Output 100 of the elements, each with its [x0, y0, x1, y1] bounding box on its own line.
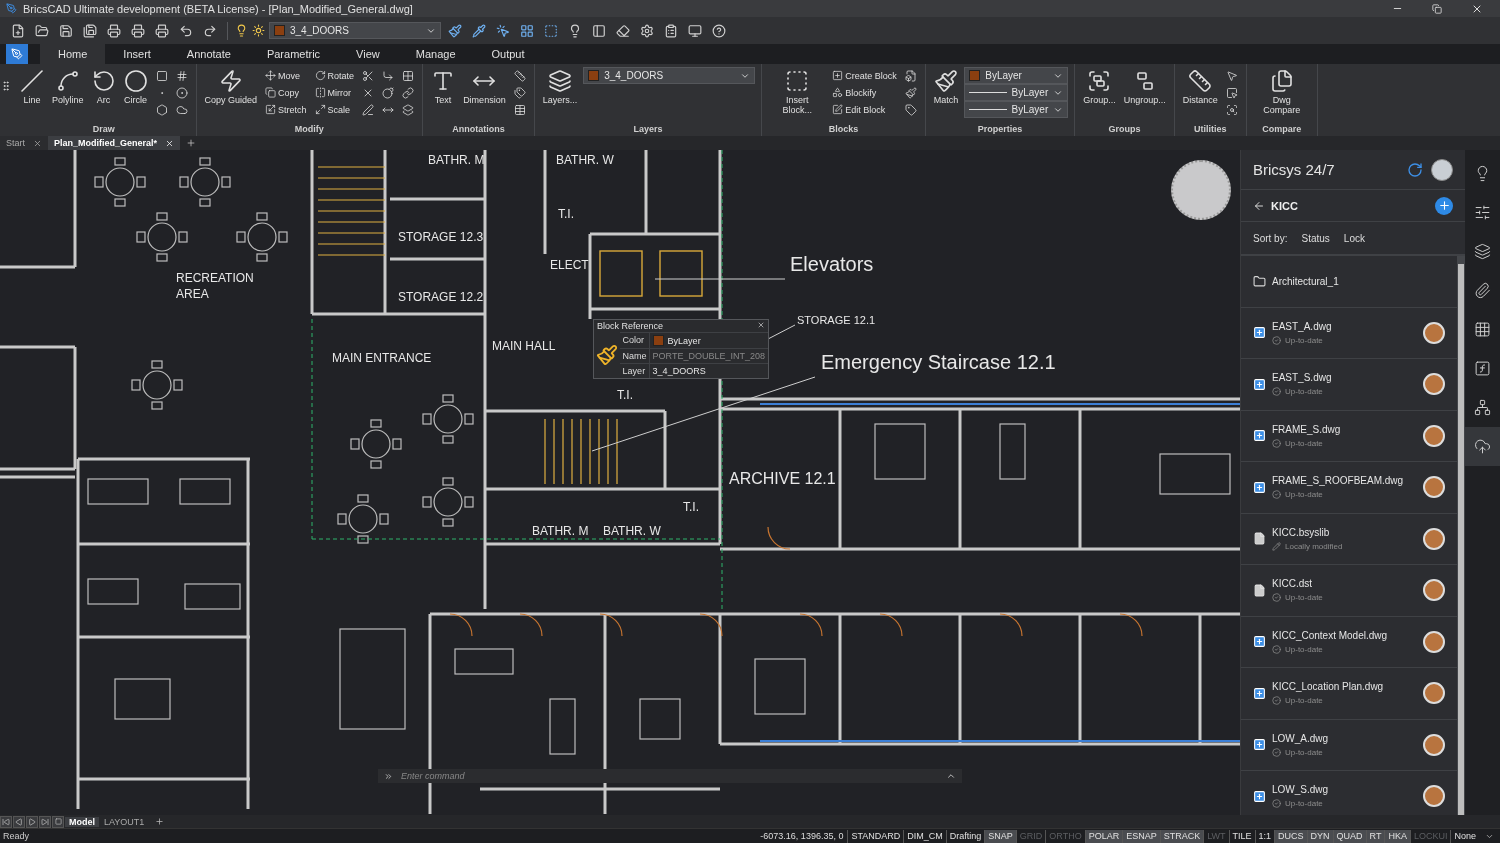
ribbon-button[interactable]: Ungroup... [1121, 67, 1168, 107]
status-toggle[interactable]: DIM_CM [903, 829, 946, 843]
ribbon-button[interactable]: Match [931, 67, 961, 107]
property-dropdown[interactable]: ByLayer [964, 84, 1069, 101]
document-tab[interactable]: Start [0, 136, 48, 150]
ribbon-button[interactable]: Blockify [830, 84, 899, 101]
ribbon-button[interactable]: Scale [312, 101, 357, 118]
previous-button[interactable] [13, 815, 25, 828]
ribbon-tab[interactable]: View [338, 44, 398, 64]
link-button[interactable] [400, 84, 417, 101]
grid-icon [1474, 321, 1491, 338]
list-icon [664, 23, 678, 38]
pen-button[interactable] [360, 101, 377, 118]
status-toggle[interactable]: DUCS [1274, 829, 1307, 843]
ribbon-button[interactable]: Create Block [830, 67, 899, 84]
file-row[interactable]: FRAME_S.dwg Up-to-date [1241, 410, 1457, 462]
file-row[interactable]: KICC_Context Model.dwg Up-to-date [1241, 616, 1457, 668]
layout-list-button[interactable] [52, 815, 64, 828]
layout-tab[interactable]: LAYOUT1 [100, 816, 149, 827]
command-field[interactable]: Enter command [378, 769, 962, 783]
status-toggle[interactable]: STRACK [1159, 829, 1204, 843]
status-toggle[interactable]: HKA [1384, 829, 1410, 843]
next-button[interactable] [26, 815, 38, 828]
ribbon-tab[interactable]: Annotate [168, 44, 249, 64]
ribbon-button[interactable]: Line [18, 67, 46, 107]
bomb-button[interactable] [380, 84, 397, 101]
refresh-icon[interactable] [1407, 161, 1423, 178]
close-icon[interactable] [757, 321, 765, 329]
compare-icon [1269, 69, 1294, 93]
command-input[interactable]: Enter command [399, 770, 940, 782]
ribbon-tab[interactable]: Manage [397, 44, 474, 64]
status-toggle[interactable]: RT [1365, 829, 1385, 843]
app-logo-icon [6, 3, 17, 14]
check-icon [1272, 387, 1281, 397]
tag-button[interactable] [511, 84, 528, 101]
add-button[interactable] [1435, 196, 1453, 215]
file-row[interactable]: KICC.bsyslib Locally modified [1241, 513, 1457, 565]
ribbon-button[interactable]: Mirror [312, 84, 357, 101]
cloud-upload-button[interactable] [1465, 427, 1500, 466]
ribbon-tab[interactable]: Home [40, 44, 106, 64]
status-toggle[interactable]: DYN [1306, 829, 1333, 843]
ribbon-button[interactable]: Rotate [312, 67, 357, 84]
file-row[interactable]: LOW_A.dwg Up-to-date [1241, 719, 1457, 771]
ribbon-tab[interactable]: Output [473, 44, 543, 64]
offset-button[interactable] [400, 101, 417, 118]
scrollbar[interactable] [1457, 256, 1465, 815]
ribbon-tab[interactable]: Parametric [248, 44, 339, 64]
ribbon-button[interactable]: Layers... [540, 67, 580, 107]
ribbon-tab[interactable]: Insert [105, 44, 169, 64]
status-toggle[interactable]: POLAR [1084, 829, 1123, 843]
status-toggle[interactable]: ESNAP [1122, 829, 1160, 843]
property-dropdown[interactable]: 3_4_DOORS [583, 67, 756, 84]
status-toggle[interactable]: QUAD [1332, 829, 1366, 843]
room-label: Emergency Staircase 12.1 [821, 351, 1056, 373]
app-menu-button[interactable] [6, 44, 28, 64]
status-toggle[interactable]: TILE [1228, 829, 1255, 843]
tag-button[interactable] [902, 101, 919, 118]
ribbon-button[interactable]: Insert Block... [768, 67, 827, 117]
sort-option[interactable]: Status [1301, 232, 1330, 244]
layer-dropdown[interactable]: 3_4_DOORS [269, 22, 441, 39]
file-row[interactable]: FRAME_S_ROOFBEAM.dwg Up-to-date [1241, 462, 1457, 514]
file-button[interactable] [902, 67, 919, 84]
ribbon-button[interactable]: Group... [1081, 67, 1118, 107]
file-row[interactable]: EAST_S.dwg Up-to-date [1241, 359, 1457, 411]
sort-option[interactable]: Lock [1343, 232, 1365, 244]
file-name: FRAME_S_ROOFBEAM.dwg [1272, 475, 1405, 487]
ribbon-button[interactable]: Copy [263, 84, 309, 101]
avatar[interactable] [1431, 158, 1453, 181]
file-row[interactable]: KICC.dst Up-to-date [1241, 565, 1457, 617]
last-button[interactable] [39, 815, 51, 828]
ruler-button[interactable] [511, 67, 528, 84]
ribbon-button[interactable]: Arc [89, 67, 118, 107]
layout-tab[interactable]: Model [65, 816, 99, 827]
file-row[interactable]: EAST_A.dwg Up-to-date [1241, 307, 1457, 359]
brush-button[interactable] [902, 84, 919, 101]
document-tab[interactable]: Plan_Modified_General* [48, 136, 181, 150]
drawing-file-icon [1253, 326, 1266, 340]
ribbon-button[interactable]: Move [263, 67, 309, 84]
room-label: STORAGE 12.3 [398, 230, 484, 244]
status-toggle[interactable]: None [1450, 829, 1479, 843]
view-compass[interactable] [1171, 160, 1231, 220]
pencil-icon [1272, 541, 1281, 551]
status-toggle[interactable]: STANDARD [847, 829, 904, 843]
property-dropdown[interactable]: ByLayer [964, 101, 1069, 118]
ring-button[interactable] [173, 84, 190, 101]
ribbon-button[interactable]: Polyline [50, 67, 86, 107]
check-icon [1272, 747, 1281, 757]
first-button[interactable] [0, 815, 12, 828]
ribbon-button[interactable]: Dimension [461, 67, 508, 107]
file-row[interactable]: KICC_Location Plan.dwg Up-to-date [1241, 668, 1457, 720]
property-dropdown[interactable]: ByLayer [964, 67, 1069, 84]
ribbon-button[interactable]: Copy Guided [202, 67, 260, 107]
ribbon-button[interactable]: Edit Block [830, 101, 899, 118]
ribbon-button[interactable]: Dwg Compare [1252, 67, 1311, 117]
ribbon-button[interactable]: Circle [121, 67, 150, 107]
back-icon[interactable] [1253, 199, 1265, 212]
ribbon-button[interactable]: Text [429, 67, 458, 107]
ribbon-button[interactable]: Stretch [263, 101, 309, 118]
status-toggle[interactable]: SNAP [984, 829, 1016, 843]
ribbon-button[interactable]: Distance [1180, 67, 1220, 107]
